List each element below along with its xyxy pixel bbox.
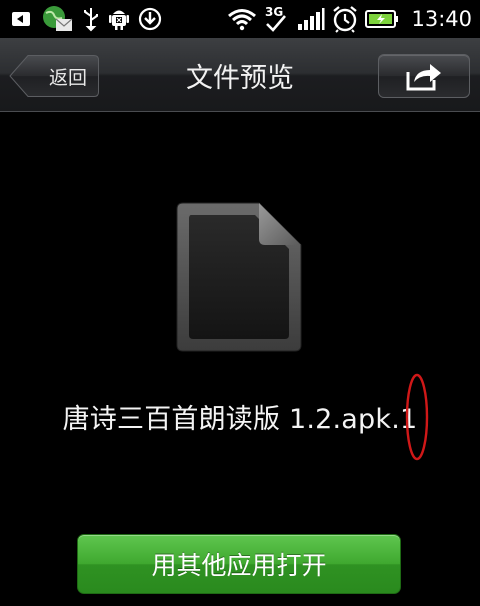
document-icon [175,201,303,357]
alarm-icon [331,5,359,33]
open-with-other-app-label: 用其他应用打开 [151,551,327,580]
signal-icon [297,7,325,31]
download-icon [138,7,162,31]
page-title: 文件预览 [186,62,294,94]
status-bar: 3G 13:40 [0,0,480,38]
network-type-label: 3G [265,5,283,19]
battery-charging-icon [365,9,399,29]
3g-data-icon: 3G [263,4,291,34]
back-button[interactable]: 返回 [8,54,100,98]
share-button[interactable] [378,54,470,98]
back-arrow-icon [10,8,32,30]
usb-icon [82,6,100,32]
mail-globe-icon [40,4,74,34]
back-button-label: 返回 [48,66,87,89]
share-export-icon [404,60,444,92]
file-preview-content: 唐诗三百首朗读版 1.2.apk.1 用其他应用打开 [0,113,480,606]
clock: 13:40 [411,7,472,31]
red-circle-annotation [404,371,430,467]
open-with-other-app-button[interactable]: 用其他应用打开 [77,534,401,594]
wifi-icon [227,7,257,31]
android-debug-icon [108,6,130,32]
